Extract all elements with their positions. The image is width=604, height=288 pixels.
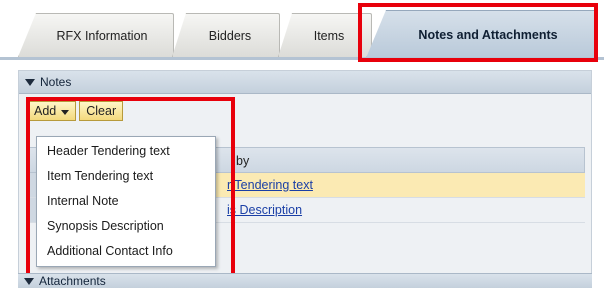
tab-strip: RFX Information Bidders Items Notes and … (0, 0, 604, 60)
tab-label: Bidders (208, 28, 252, 43)
menu-item-synopsis-description[interactable]: Synopsis Description (37, 214, 215, 239)
note-link[interactable]: is Description (227, 203, 302, 217)
note-link[interactable]: r Tendering text (227, 178, 313, 192)
add-dropdown-menu: Header Tendering text Item Tendering tex… (36, 136, 216, 267)
notes-toolbar: Add Clear (27, 101, 124, 123)
attachments-panel-header[interactable]: Attachments (18, 273, 592, 288)
tab-bidders[interactable]: Bidders (172, 13, 280, 57)
tab-strip-baseline (0, 57, 604, 60)
tab-label: Items (313, 28, 345, 43)
tab-notes-and-attachments[interactable]: Notes and Attachments (366, 10, 596, 58)
tab-rfx-information[interactable]: RFX Information (18, 13, 174, 57)
add-button[interactable]: Add (27, 101, 77, 121)
attachments-panel-title: Attachments (39, 274, 106, 288)
clear-button[interactable]: Clear (79, 101, 124, 121)
column-header: by (236, 154, 250, 168)
tab-label: Notes and Attachments (418, 27, 558, 42)
collapse-triangle-icon (24, 277, 34, 285)
menu-item-header-tendering-text[interactable]: Header Tendering text (37, 139, 215, 164)
tab-label: RFX Information (56, 28, 148, 43)
tab-items[interactable]: Items (278, 13, 372, 57)
dropdown-caret-icon (61, 109, 70, 115)
menu-item-internal-note[interactable]: Internal Note (37, 189, 215, 214)
menu-item-additional-contact-info[interactable]: Additional Contact Info (37, 239, 215, 264)
notes-panel-header[interactable]: Notes (19, 71, 591, 94)
menu-item-item-tendering-text[interactable]: Item Tendering text (37, 164, 215, 189)
add-button-label: Add (34, 104, 57, 118)
notes-panel-title: Notes (40, 75, 72, 89)
collapse-triangle-icon (25, 78, 35, 86)
clear-button-label: Clear (86, 104, 117, 118)
